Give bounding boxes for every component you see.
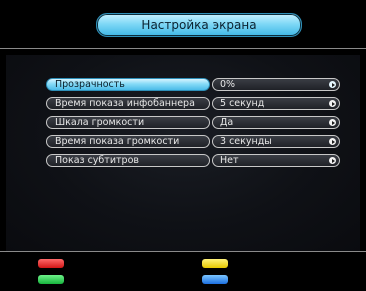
chevron-right-icon[interactable]	[329, 81, 336, 88]
header-divider	[0, 48, 366, 49]
setting-value-text: Да	[220, 117, 234, 128]
settings-row-volume-time[interactable]: Время показа громкости 3 секунды	[0, 135, 366, 148]
header-band: Настройка экрана	[0, 0, 366, 48]
screen-setup-window: Настройка экрана Прозрачность 0% Время п…	[0, 0, 366, 291]
settings-row-infobanner-time[interactable]: Время показа инфобаннера 5 секунд	[0, 97, 366, 110]
setting-label-subtitles[interactable]: Показ субтитров	[46, 154, 210, 167]
page-title: Настройка экрана	[96, 13, 302, 37]
green-key-button[interactable]	[38, 275, 64, 284]
chevron-right-icon[interactable]	[329, 138, 336, 145]
setting-label-volume-scale[interactable]: Шкала громкости	[46, 116, 210, 129]
settings-row-volume-scale[interactable]: Шкала громкости Да	[0, 116, 366, 129]
settings-row-transparency[interactable]: Прозрачность 0%	[0, 78, 366, 91]
color-keys-bar	[0, 252, 366, 291]
setting-value-infobanner-time[interactable]: 5 секунд	[212, 97, 340, 110]
setting-label-infobanner-time[interactable]: Время показа инфобаннера	[46, 97, 210, 110]
setting-value-transparency[interactable]: 0%	[212, 78, 340, 91]
setting-label-volume-time[interactable]: Время показа громкости	[46, 135, 210, 148]
setting-label-transparency[interactable]: Прозрачность	[46, 78, 210, 91]
red-key-button[interactable]	[38, 259, 64, 268]
blue-key-button[interactable]	[202, 275, 228, 284]
setting-value-text: Нет	[220, 155, 239, 166]
chevron-right-icon[interactable]	[329, 100, 336, 107]
chevron-right-icon[interactable]	[329, 157, 336, 164]
yellow-key-button[interactable]	[202, 259, 228, 268]
setting-value-volume-scale[interactable]: Да	[212, 116, 340, 129]
setting-value-volume-time[interactable]: 3 секунды	[212, 135, 340, 148]
setting-value-text: 3 секунды	[220, 136, 272, 147]
chevron-right-icon[interactable]	[329, 119, 336, 126]
setting-value-text: 0%	[220, 79, 236, 90]
settings-row-subtitles[interactable]: Показ субтитров Нет	[0, 154, 366, 167]
setting-value-subtitles[interactable]: Нет	[212, 154, 340, 167]
setting-value-text: 5 секунд	[220, 98, 265, 109]
